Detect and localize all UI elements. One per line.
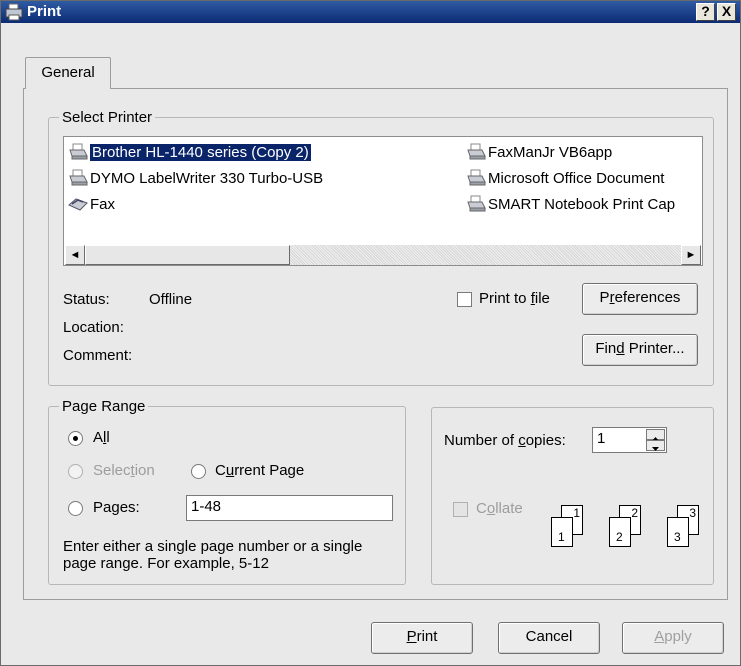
printer-name: SMART Notebook Print Cap — [488, 195, 676, 213]
current-page-label[interactable]: Current Page — [215, 462, 304, 479]
tab-general[interactable]: General — [25, 57, 111, 89]
fax-icon — [68, 198, 88, 211]
printer-icon — [467, 195, 486, 212]
help-button[interactable]: ? — [696, 3, 715, 21]
collate-illustration: 1 1 2 2 3 3 — [541, 501, 711, 561]
page-range-legend: Page Range — [62, 398, 146, 415]
pages-radio[interactable] — [68, 501, 83, 516]
comment-label: Comment: — [63, 347, 133, 364]
print-to-file-label[interactable]: Print to file — [479, 290, 550, 307]
printer-name: Microsoft Office Document — [488, 169, 665, 187]
collate-page-front-2: 2 — [609, 517, 631, 547]
apply-button[interactable]: Apply — [622, 622, 724, 654]
status-label: Status: — [63, 291, 110, 308]
cancel-button[interactable]: Cancel — [498, 622, 600, 654]
pages-input[interactable]: 1-48 — [186, 495, 393, 521]
printer-item-ms-office-doc[interactable]: Microsoft Office Document — [466, 167, 664, 189]
printer-list[interactable]: Brother HL-1440 series (Copy 2) DYMO Lab… — [63, 136, 703, 266]
title-bar[interactable]: Print ? X — [1, 1, 740, 23]
print-to-file-checkbox[interactable] — [457, 292, 472, 307]
printer-icon — [5, 3, 23, 21]
select-printer-legend: Select Printer — [62, 109, 153, 126]
printer-item-smart-notebook[interactable]: SMART Notebook Print Cap — [466, 193, 675, 215]
number-of-copies-label: Number of copies: — [444, 432, 566, 449]
print-dialog: Print ? X General Select Printer Brother… — [0, 0, 741, 666]
selection-radio[interactable] — [68, 464, 83, 479]
page-range-hint-line1: Enter either a single page number or a s… — [63, 538, 363, 555]
copies-spin-down[interactable] — [646, 440, 665, 451]
close-button[interactable]: X — [717, 3, 736, 21]
location-label: Location: — [63, 319, 124, 336]
printer-name: FaxManJr VB6app — [488, 143, 613, 161]
scroll-left-button[interactable]: ◄ — [65, 245, 85, 265]
printer-item-brother[interactable]: Brother HL-1440 series (Copy 2) — [68, 141, 312, 163]
current-page-radio[interactable] — [191, 464, 206, 479]
collate-checkbox[interactable] — [453, 502, 468, 517]
print-button[interactable]: Print — [371, 622, 473, 654]
printer-icon — [69, 143, 88, 160]
page-range-hint-line2: page range. For example, 5-12 — [63, 555, 269, 572]
status-value: Offline — [149, 291, 193, 308]
printer-icon — [467, 169, 486, 186]
printer-item-faxmanjr[interactable]: FaxManJr VB6app — [466, 141, 612, 163]
preferences-button[interactable]: Preferences — [582, 283, 698, 315]
printer-list-hscrollbar[interactable]: ◄ ► — [65, 245, 701, 265]
all-radio[interactable] — [68, 431, 83, 446]
printer-item-dymo[interactable]: DYMO LabelWriter 330 Turbo-USB — [68, 167, 323, 189]
scroll-right-button[interactable]: ► — [681, 245, 701, 265]
window-title: Print — [27, 3, 62, 20]
collate-page-front-3: 3 — [667, 517, 689, 547]
printer-item-fax[interactable]: Fax — [68, 193, 115, 215]
collate-label[interactable]: Collate — [476, 500, 523, 517]
scroll-thumb[interactable] — [85, 245, 290, 265]
selection-label[interactable]: Selection — [93, 462, 155, 479]
printer-name: DYMO LabelWriter 330 Turbo-USB — [90, 169, 324, 187]
all-label[interactable]: All — [93, 429, 110, 446]
pages-label[interactable]: Pages: — [93, 499, 140, 516]
printer-name: Fax — [90, 195, 116, 213]
printer-name: Brother HL-1440 series (Copy 2) — [89, 142, 312, 162]
printer-icon — [69, 169, 88, 186]
find-printer-button[interactable]: Find Printer... — [582, 334, 698, 366]
printer-icon — [467, 143, 486, 160]
arrow-down-icon — [652, 447, 659, 451]
collate-page-front-1: 1 — [551, 517, 573, 547]
copies-spin-up[interactable] — [646, 429, 665, 441]
